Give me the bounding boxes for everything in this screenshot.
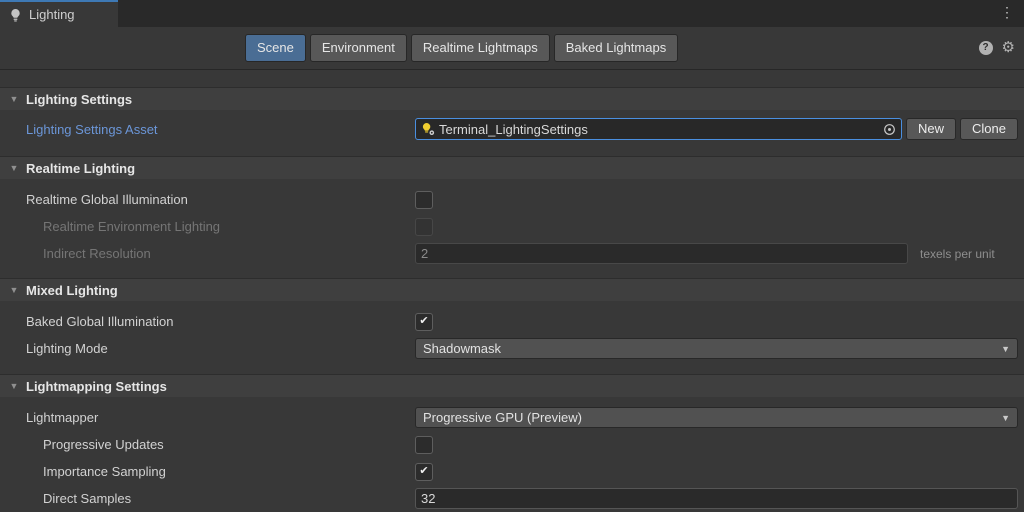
- row-progressive-updates: Progressive Updates: [0, 431, 1024, 458]
- lightbulb-icon: [9, 8, 22, 22]
- section-title: Mixed Lighting: [26, 283, 118, 298]
- lighting-settings-asset-icon: [421, 122, 436, 136]
- section-header-realtime-lighting[interactable]: ▼ Realtime Lighting: [0, 156, 1024, 179]
- row-realtime-global-illumination: Realtime Global Illumination: [0, 186, 1024, 213]
- indirect-resolution-input: [415, 243, 908, 264]
- row-indirect-resolution: Indirect Resolution texels per unit: [0, 240, 1024, 267]
- lighting-mode-label: Lighting Mode: [0, 341, 415, 356]
- lighting-settings-asset-value: Terminal_LightingSettings: [439, 122, 588, 137]
- section-title: Lightmapping Settings: [26, 379, 167, 394]
- toolbar-right: ? ⚙: [979, 40, 1015, 55]
- window-menu-icon[interactable]: ⋮: [1000, 5, 1014, 19]
- foldout-icon[interactable]: ▼: [8, 94, 20, 104]
- direct-samples-label: Direct Samples: [0, 491, 415, 506]
- help-icon[interactable]: ?: [979, 41, 993, 55]
- foldout-icon[interactable]: ▼: [8, 381, 20, 391]
- row-realtime-environment-lighting: Realtime Environment Lighting: [0, 213, 1024, 240]
- tab-baked-lightmaps[interactable]: Baked Lightmaps: [554, 34, 678, 62]
- object-picker-icon[interactable]: [883, 123, 896, 136]
- lightmapper-dropdown[interactable]: Progressive GPU (Preview) ▼: [415, 407, 1018, 428]
- realtime-env-lighting-label: Realtime Environment Lighting: [0, 219, 415, 234]
- window-titlebar: Lighting ⋮: [0, 0, 1024, 27]
- clone-button[interactable]: Clone: [960, 118, 1018, 140]
- importance-sampling-label: Importance Sampling: [0, 464, 415, 479]
- section-title: Realtime Lighting: [26, 161, 135, 176]
- lightmapper-label: Lightmapper: [0, 410, 415, 425]
- lighting-settings-asset-field[interactable]: Terminal_LightingSettings: [415, 118, 902, 140]
- lighting-mode-dropdown[interactable]: Shadowmask ▼: [415, 338, 1018, 359]
- baked-gi-label: Baked Global Illumination: [0, 314, 415, 329]
- chevron-down-icon: ▼: [1001, 413, 1010, 423]
- indirect-resolution-label: Indirect Resolution: [0, 246, 415, 261]
- indirect-resolution-unit: texels per unit: [920, 247, 995, 261]
- baked-gi-checkbox[interactable]: ✔: [415, 313, 433, 331]
- importance-sampling-checkbox[interactable]: ✔: [415, 463, 433, 481]
- direct-samples-input[interactable]: [415, 488, 1018, 509]
- lighting-mode-value: Shadowmask: [423, 341, 501, 356]
- lighting-window: Lighting ⋮ Scene Environment Realtime Li…: [0, 0, 1024, 512]
- toolbar: Scene Environment Realtime Lightmaps Bak…: [0, 27, 1024, 70]
- section-title: Lighting Settings: [26, 92, 132, 107]
- foldout-icon[interactable]: ▼: [8, 163, 20, 173]
- row-lightmapper: Lightmapper Progressive GPU (Preview) ▼: [0, 404, 1024, 431]
- realtime-gi-checkbox[interactable]: [415, 191, 433, 209]
- tab-environment[interactable]: Environment: [310, 34, 407, 62]
- row-direct-samples: Direct Samples: [0, 485, 1024, 512]
- gear-icon[interactable]: ⚙: [1002, 40, 1015, 55]
- window-tab-lighting[interactable]: Lighting: [0, 0, 118, 27]
- row-importance-sampling: Importance Sampling ✔: [0, 458, 1024, 485]
- foldout-icon[interactable]: ▼: [8, 285, 20, 295]
- section-header-mixed-lighting[interactable]: ▼ Mixed Lighting: [0, 278, 1024, 301]
- tab-group: Scene Environment Realtime Lightmaps Bak…: [245, 34, 678, 62]
- new-button[interactable]: New: [906, 118, 956, 140]
- content: ▼ Lighting Settings Lighting Settings As…: [0, 87, 1024, 512]
- window-title: Lighting: [29, 7, 75, 22]
- realtime-gi-label: Realtime Global Illumination: [0, 192, 415, 207]
- row-lighting-settings-asset: Lighting Settings Asset Terminal_Lightin…: [0, 115, 1024, 143]
- section-header-lighting-settings[interactable]: ▼ Lighting Settings: [0, 87, 1024, 110]
- lightmapper-value: Progressive GPU (Preview): [423, 410, 582, 425]
- realtime-env-lighting-checkbox: [415, 218, 433, 236]
- checkmark-icon: ✔: [419, 466, 428, 477]
- checkmark-icon: ✔: [419, 316, 428, 327]
- row-lighting-mode: Lighting Mode Shadowmask ▼: [0, 335, 1024, 362]
- tab-realtime-lightmaps[interactable]: Realtime Lightmaps: [411, 34, 550, 62]
- row-baked-global-illumination: Baked Global Illumination ✔: [0, 308, 1024, 335]
- lighting-settings-asset-label: Lighting Settings Asset: [0, 122, 415, 137]
- section-header-lightmapping-settings[interactable]: ▼ Lightmapping Settings: [0, 374, 1024, 397]
- progressive-updates-label: Progressive Updates: [0, 437, 415, 452]
- chevron-down-icon: ▼: [1001, 344, 1010, 354]
- tab-scene[interactable]: Scene: [245, 34, 306, 62]
- progressive-updates-checkbox[interactable]: [415, 436, 433, 454]
